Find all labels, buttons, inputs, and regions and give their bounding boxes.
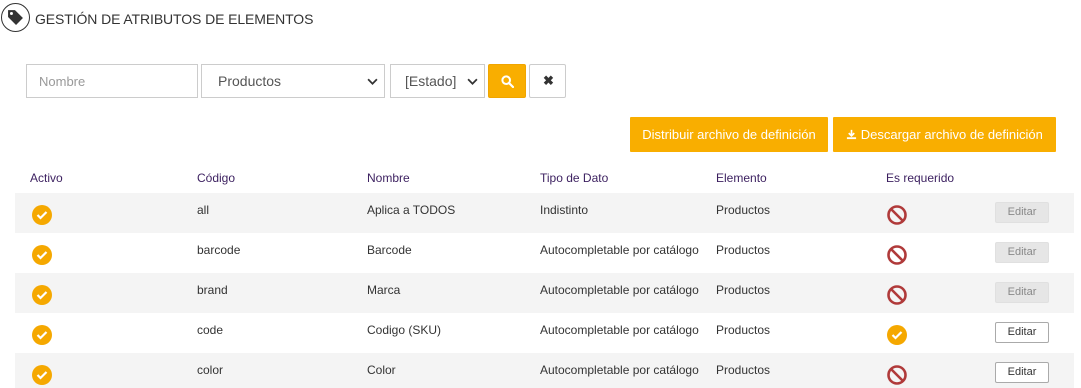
forbidden-icon (887, 205, 907, 225)
page-header: GESTIÓN DE ATRIBUTOS DE ELEMENTOS (0, 0, 1081, 38)
state-select[interactable]: [Estado] (390, 64, 485, 98)
active-check-icon (32, 365, 52, 385)
column-header-element: Elemento (716, 171, 767, 185)
element-select[interactable]: Productos (201, 64, 385, 98)
type-cell: Autocompletable por catálogo (540, 363, 699, 377)
forbidden-icon (887, 245, 907, 265)
table-header: Activo Código Nombre Tipo de Dato Elemen… (0, 160, 1081, 192)
chevron-down-icon (367, 78, 378, 85)
edit-button[interactable]: Editar (995, 242, 1049, 263)
type-cell: Autocompletable por catálogo (540, 323, 699, 337)
name-cell: Codigo (SKU) (367, 323, 442, 337)
element-cell: Productos (716, 363, 771, 377)
close-icon: ✖ (543, 73, 554, 88)
column-header-required: Es requerido (886, 171, 955, 185)
code-cell: color (197, 363, 224, 377)
column-header-name: Nombre (367, 171, 410, 185)
active-check-icon (32, 245, 52, 265)
distribute-definition-label: Distribuir archivo de definición (642, 127, 816, 142)
table-row: all Aplica a TODOS Indistinto Productos … (15, 193, 1074, 233)
edit-button[interactable]: Editar (995, 282, 1049, 303)
type-cell: Indistinto (540, 203, 589, 217)
chevron-down-icon (467, 78, 478, 85)
element-cell: Productos (716, 323, 771, 337)
code-cell: brand (197, 283, 228, 297)
name-cell: Marca (367, 283, 401, 297)
type-cell: Autocompletable por catálogo (540, 283, 699, 297)
required-check-icon (887, 325, 907, 345)
forbidden-icon (887, 365, 907, 385)
type-cell: Autocompletable por catálogo (540, 243, 699, 257)
column-header-code: Código (197, 171, 236, 185)
name-search-input[interactable] (26, 64, 198, 98)
tag-icon (1, 3, 30, 32)
element-cell: Productos (716, 243, 771, 257)
code-cell: barcode (197, 243, 241, 257)
search-icon (501, 75, 514, 88)
column-header-type: Tipo de Dato (540, 171, 609, 185)
code-cell: all (197, 203, 210, 217)
table-row: color Color Autocompletable por catálogo… (15, 353, 1074, 388)
edit-button[interactable]: Editar (995, 202, 1049, 223)
element-cell: Productos (716, 283, 771, 297)
code-cell: code (197, 323, 224, 337)
column-header-active: Activo (30, 171, 63, 185)
active-check-icon (32, 325, 52, 345)
download-definition-button[interactable]: Descargar archivo de definición (833, 117, 1056, 152)
download-icon (847, 129, 857, 140)
element-cell: Productos (716, 203, 771, 217)
page-title: GESTIÓN DE ATRIBUTOS DE ELEMENTOS (35, 11, 314, 27)
state-select-value: [Estado] (405, 73, 457, 89)
table-row: barcode Barcode Autocompletable por catá… (15, 233, 1074, 273)
table-row: code Codigo (SKU) Autocompletable por ca… (15, 313, 1074, 353)
download-definition-label: Descargar archivo de definición (860, 127, 1043, 142)
forbidden-icon (887, 285, 907, 305)
active-check-icon (32, 285, 52, 305)
clear-filters-button[interactable]: ✖ (529, 64, 566, 98)
edit-button[interactable]: Editar (995, 362, 1049, 383)
distribute-definition-button[interactable]: Distribuir archivo de definición (630, 117, 828, 152)
name-cell: Color (367, 363, 396, 377)
element-select-value: Productos (218, 73, 282, 89)
name-cell: Barcode (367, 243, 412, 257)
table-row: brand Marca Autocompletable por catálogo… (15, 273, 1074, 313)
name-cell: Aplica a TODOS (367, 203, 456, 217)
search-button[interactable] (488, 64, 526, 98)
edit-button[interactable]: Editar (995, 322, 1049, 343)
active-check-icon (32, 205, 52, 225)
